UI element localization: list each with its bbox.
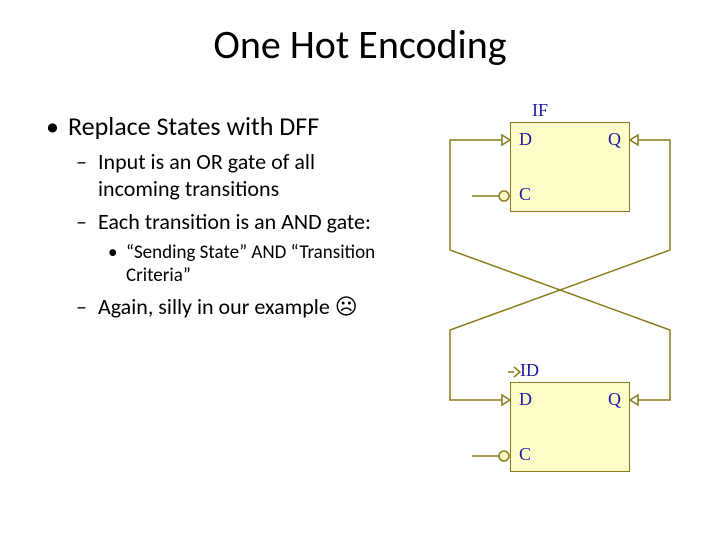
bullet-sub3: Again, silly in our example ☹ [68,293,400,320]
bullet-sub2-text: Each transition is an AND gate: [98,208,371,235]
circuit-diagram: IF D Q C ID D Q C [420,100,700,480]
bullet-sub2a: “Sending State” AND “Transition Criteria… [98,241,400,287]
slide: One Hot Encoding Replace States with DFF… [0,0,720,540]
bullet-main-text: Replace States with DFF [68,110,319,142]
bullet-sub1: Input is an OR gate of all incoming tran… [68,148,400,202]
wiring-svg [420,100,700,480]
slide-title: One Hot Encoding [0,20,720,69]
bullet-main: Replace States with DFF Input is an OR g… [40,110,400,320]
slide-content: Replace States with DFF Input is an OR g… [40,110,400,326]
bullet-sub2: Each transition is an AND gate: “Sending… [68,208,400,287]
